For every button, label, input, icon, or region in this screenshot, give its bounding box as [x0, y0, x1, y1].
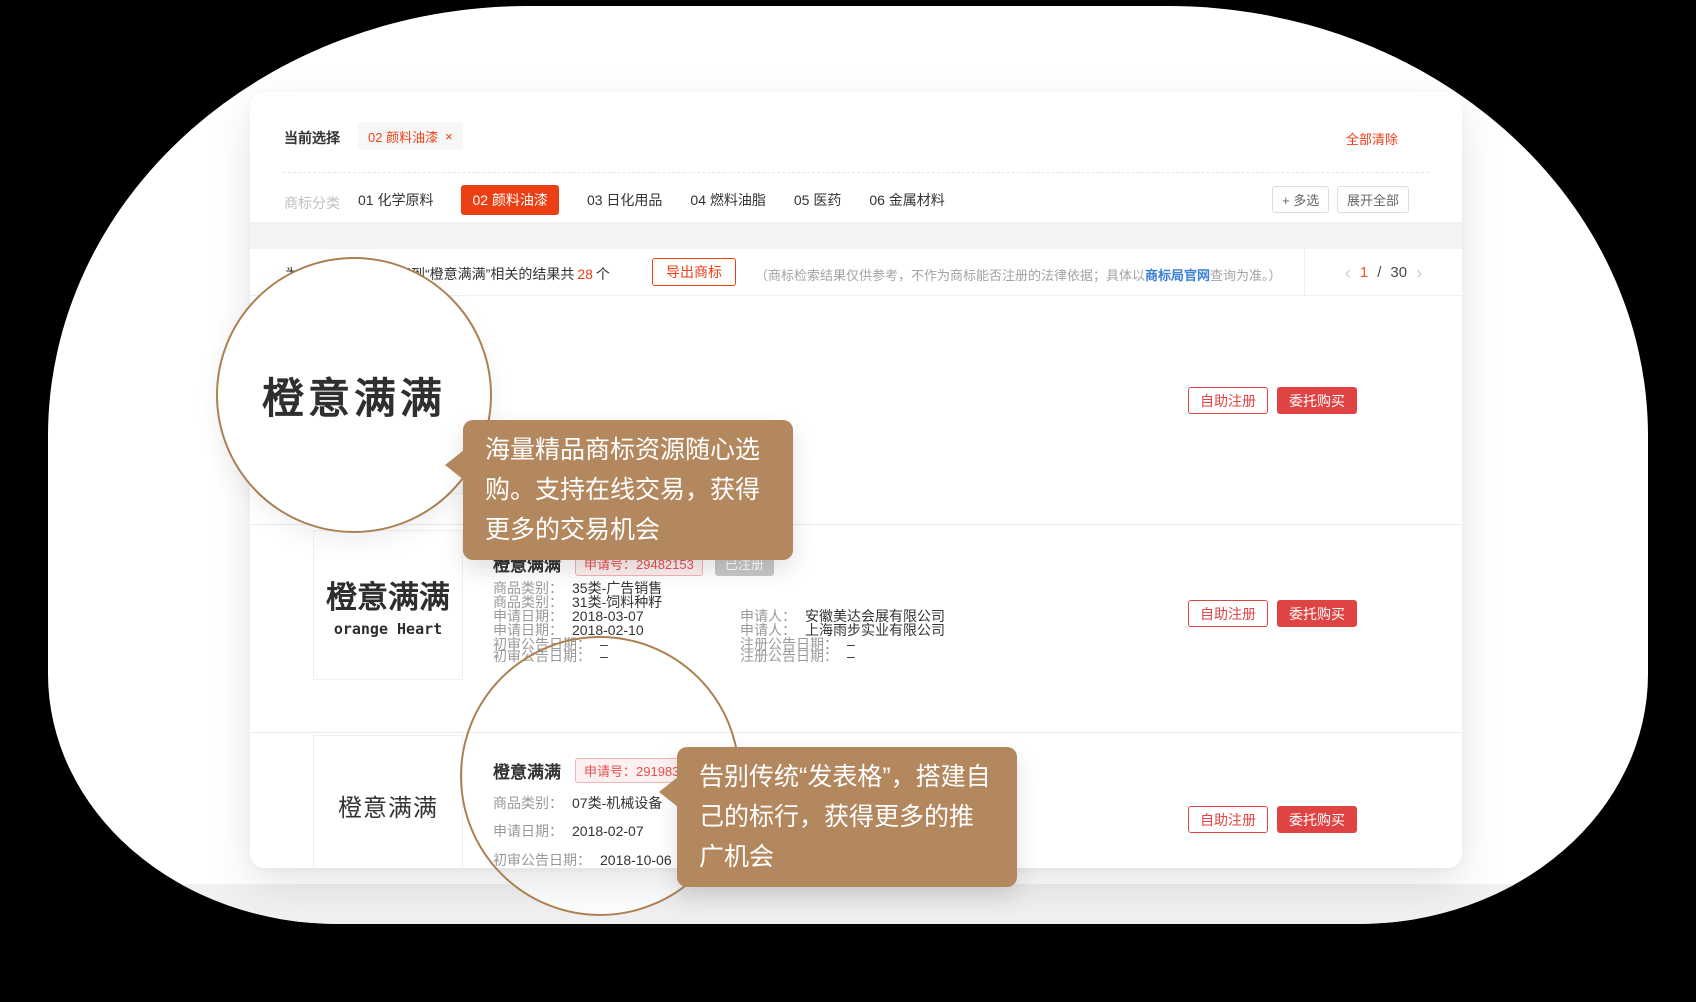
clear-all-button[interactable]: 全部清除 — [1346, 129, 1398, 148]
applicant-value: 上海雨步实业有限公司 — [805, 622, 945, 638]
export-trademark-button[interactable]: 导出商标 — [652, 258, 736, 286]
section-gap — [250, 222, 1462, 249]
result-row-2: 橙意满满 orange Heart 橙意满满 申请号：29482153 已注册 … — [250, 525, 1462, 733]
tag-close-icon[interactable]: × — [445, 129, 453, 144]
self-register-button[interactable]: 自助注册 — [1188, 806, 1268, 833]
category-item-04[interactable]: 04 燃料油脂 — [690, 190, 765, 210]
pagination: ‹ 1 / 30 › — [1304, 249, 1462, 296]
category-bar-label: 商标分类 — [284, 193, 340, 213]
current-selection-label: 当前选择 — [284, 128, 340, 148]
reg-pub-pair: 注册公告日期：– — [740, 646, 855, 666]
disclaimer-pre: （商标检索结果仅供参考，不作为商标能否注册的法律依据；具体以 — [755, 268, 1145, 283]
total-pages: 30 — [1390, 264, 1407, 281]
next-page-icon[interactable]: › — [1416, 264, 1422, 282]
self-register-button[interactable]: 自助注册 — [1188, 387, 1268, 414]
category-label: 商品类别： — [493, 594, 563, 610]
count-unit: 个 — [596, 266, 610, 282]
applicant-label: 申请人： — [740, 622, 796, 638]
reg-pub-value: – — [847, 648, 855, 664]
tooltip-marketplace: 海量精品商标资源随心选购。支持在线交易，获得更多的交易机会 — [463, 420, 793, 560]
page: 当前选择 02 颜料油漆 × 全部清除 商标分类 01 化学原料 02 颜料油漆… — [0, 0, 1696, 1002]
trademark-office-link[interactable]: 商标局官网 — [1145, 268, 1210, 283]
category-item-06[interactable]: 06 金属材料 — [869, 190, 944, 210]
prev-page-icon[interactable]: ‹ — [1345, 264, 1351, 282]
category-item-05[interactable]: 05 医药 — [794, 190, 841, 210]
category-item-01[interactable]: 01 化学原料 — [358, 190, 433, 210]
tooltip-arrow-left-icon — [445, 450, 464, 480]
applicant-pair: 申请人： 上海雨步实业有限公司 — [740, 620, 945, 640]
category-item-02-selected[interactable]: 02 颜料油漆 — [461, 185, 558, 215]
tooltip-marketplace-text: 海量精品商标资源随心选购。支持在线交易，获得更多的交易机会 — [485, 436, 760, 544]
entrust-purchase-button[interactable]: 委托购买 — [1277, 387, 1357, 414]
disclaimer-post: 查询为准。） — [1210, 268, 1282, 283]
trademark-image-3-text: 橙意满满 — [338, 788, 438, 823]
reg-pub-label: 注册公告日期： — [740, 648, 838, 664]
trademark-image-2: 橙意满满 orange Heart — [313, 530, 463, 680]
category-item-03[interactable]: 03 日化用品 — [587, 190, 662, 210]
apply-date-label: 申请日期： — [493, 622, 563, 638]
entrust-purchase-button[interactable]: 委托购买 — [1277, 806, 1357, 833]
trademark-image-2-subtext: orange Heart — [334, 620, 442, 638]
disclaimer: （商标检索结果仅供参考，不作为商标能否注册的法律依据；具体以商标局官网查询为准。… — [755, 265, 1282, 284]
result-count: 28 — [577, 266, 593, 282]
category-value: 31类-饲料种籽 — [572, 594, 662, 610]
selected-filter-tag[interactable]: 02 颜料油漆 × — [358, 122, 463, 150]
self-register-button[interactable]: 自助注册 — [1188, 600, 1268, 627]
category-items: 01 化学原料 02 颜料油漆 03 日化用品 04 燃料油脂 05 医药 06… — [358, 186, 945, 214]
tooltip-promotion-text: 告别传统“发表格”，搭建自己的标行，获得更多的推广机会 — [699, 763, 991, 871]
selected-filter-tag-text: 02 颜料油漆 — [368, 127, 438, 146]
entrust-purchase-button[interactable]: 委托购买 — [1277, 600, 1357, 627]
trademark-image-2-text: 橙意满满 — [326, 572, 450, 617]
tooltip-promotion: 告别传统“发表格”，搭建自己的标行，获得更多的推广机会 — [677, 747, 1017, 887]
magnified-trademark-text: 橙意满满 — [262, 365, 446, 426]
device-base-bar — [48, 884, 1648, 924]
multi-select-button[interactable]: + 多选 — [1272, 186, 1329, 213]
magnifier-circle-1: 橙意满满 — [216, 257, 492, 533]
trademark-image-3: 橙意满满 — [313, 735, 463, 868]
tooltip-arrow-left-icon — [659, 777, 678, 807]
dashed-divider — [283, 172, 1429, 173]
expand-all-button[interactable]: 展开全部 — [1337, 186, 1409, 213]
page-separator: / — [1377, 264, 1381, 281]
current-page: 1 — [1360, 264, 1368, 281]
